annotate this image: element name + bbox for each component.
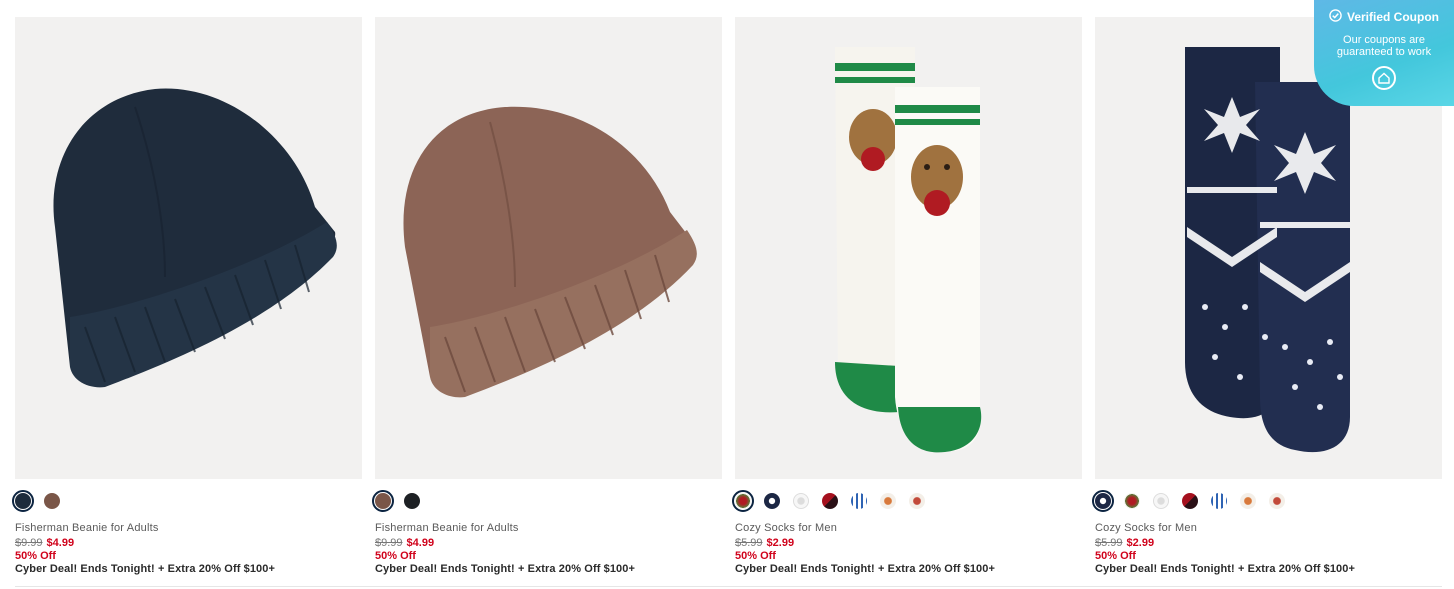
product-image-dog-socks[interactable] — [735, 17, 1082, 479]
product-card[interactable]: Fisherman Beanie for Adults $9.99 $4.99 5… — [372, 17, 722, 575]
product-name[interactable]: Cozy Socks for Men — [735, 522, 837, 534]
coupon-subtitle: Our coupons are guaranteed to work — [1314, 34, 1454, 58]
sale-price: $4.99 — [46, 537, 75, 549]
product-image-navy-beanie[interactable] — [15, 17, 362, 479]
pattern-swatch-dog[interactable] — [732, 490, 754, 512]
sale-price: $2.99 — [766, 537, 795, 549]
sale-price: $4.99 — [406, 537, 435, 549]
check-circle-icon — [1329, 9, 1342, 25]
pattern-swatch-blue-pattern[interactable] — [851, 493, 867, 509]
pattern-swatch-polar-bear[interactable] — [793, 493, 809, 509]
color-swatches — [372, 490, 433, 512]
pattern-swatch-blue-pattern[interactable] — [1211, 493, 1227, 509]
color-swatch-brown[interactable] — [44, 493, 60, 509]
discount-label: 50% Off — [1095, 550, 1136, 562]
pattern-swatch-red-plaid[interactable] — [822, 493, 838, 509]
pattern-swatches — [732, 490, 938, 512]
original-price: $9.99 — [375, 537, 403, 549]
verified-coupon-widget[interactable]: Verified Coupon Our coupons are guarante… — [1314, 0, 1454, 106]
pattern-swatch-dog[interactable] — [1124, 493, 1140, 509]
product-name[interactable]: Fisherman Beanie for Adults — [15, 522, 159, 534]
coupon-subtitle-line2: guaranteed to work — [1336, 46, 1432, 58]
color-swatch-navy[interactable] — [12, 490, 34, 512]
pattern-swatch-fox[interactable] — [880, 493, 896, 509]
deal-label: Cyber Deal! Ends Tonight! + Extra 20% Of… — [735, 563, 996, 575]
product-name[interactable]: Cozy Socks for Men — [1095, 522, 1197, 534]
pattern-swatch-fox[interactable] — [1240, 493, 1256, 509]
color-swatches — [12, 490, 73, 512]
pattern-swatch-polar-bear[interactable] — [1153, 493, 1169, 509]
pattern-swatch-snowflake[interactable] — [1092, 490, 1114, 512]
coupon-title-row: Verified Coupon — [1314, 9, 1454, 25]
color-swatch-brown[interactable] — [372, 490, 394, 512]
coupon-logo-icon[interactable] — [1372, 66, 1396, 90]
pattern-swatch-red-plaid[interactable] — [1182, 493, 1198, 509]
discount-label: 50% Off — [15, 550, 56, 562]
price-line: $9.99 $4.99 — [15, 537, 74, 549]
original-price: $9.99 — [15, 537, 43, 549]
price-line: $9.99 $4.99 — [375, 537, 434, 549]
deal-label: Cyber Deal! Ends Tonight! + Extra 20% Of… — [1095, 563, 1356, 575]
pattern-swatch-fox-red[interactable] — [1269, 493, 1285, 509]
original-price: $5.99 — [735, 537, 763, 549]
deal-label: Cyber Deal! Ends Tonight! + Extra 20% Of… — [375, 563, 636, 575]
pattern-swatch-snowflake[interactable] — [764, 493, 780, 509]
color-swatch-black[interactable] — [404, 493, 420, 509]
row-divider — [15, 586, 1442, 587]
discount-label: 50% Off — [375, 550, 416, 562]
original-price: $5.99 — [1095, 537, 1123, 549]
coupon-subtitle-line1: Our coupons are — [1343, 34, 1425, 46]
coupon-title: Verified Coupon — [1346, 10, 1439, 24]
product-name[interactable]: Fisherman Beanie for Adults — [375, 522, 519, 534]
pattern-swatches — [1092, 490, 1298, 512]
product-card[interactable]: Fisherman Beanie for Adults $9.99 $4.99 5… — [12, 17, 362, 575]
discount-label: 50% Off — [735, 550, 776, 562]
pattern-swatch-fox-red[interactable] — [909, 493, 925, 509]
product-image-brown-beanie[interactable] — [375, 17, 722, 479]
sale-price: $2.99 — [1126, 537, 1155, 549]
price-line: $5.99 $2.99 — [1095, 537, 1154, 549]
price-line: $5.99 $2.99 — [735, 537, 794, 549]
product-card[interactable]: Cozy Socks for Men $5.99 $2.99 50% Off Cy… — [732, 17, 1082, 575]
deal-label: Cyber Deal! Ends Tonight! + Extra 20% Of… — [15, 563, 276, 575]
